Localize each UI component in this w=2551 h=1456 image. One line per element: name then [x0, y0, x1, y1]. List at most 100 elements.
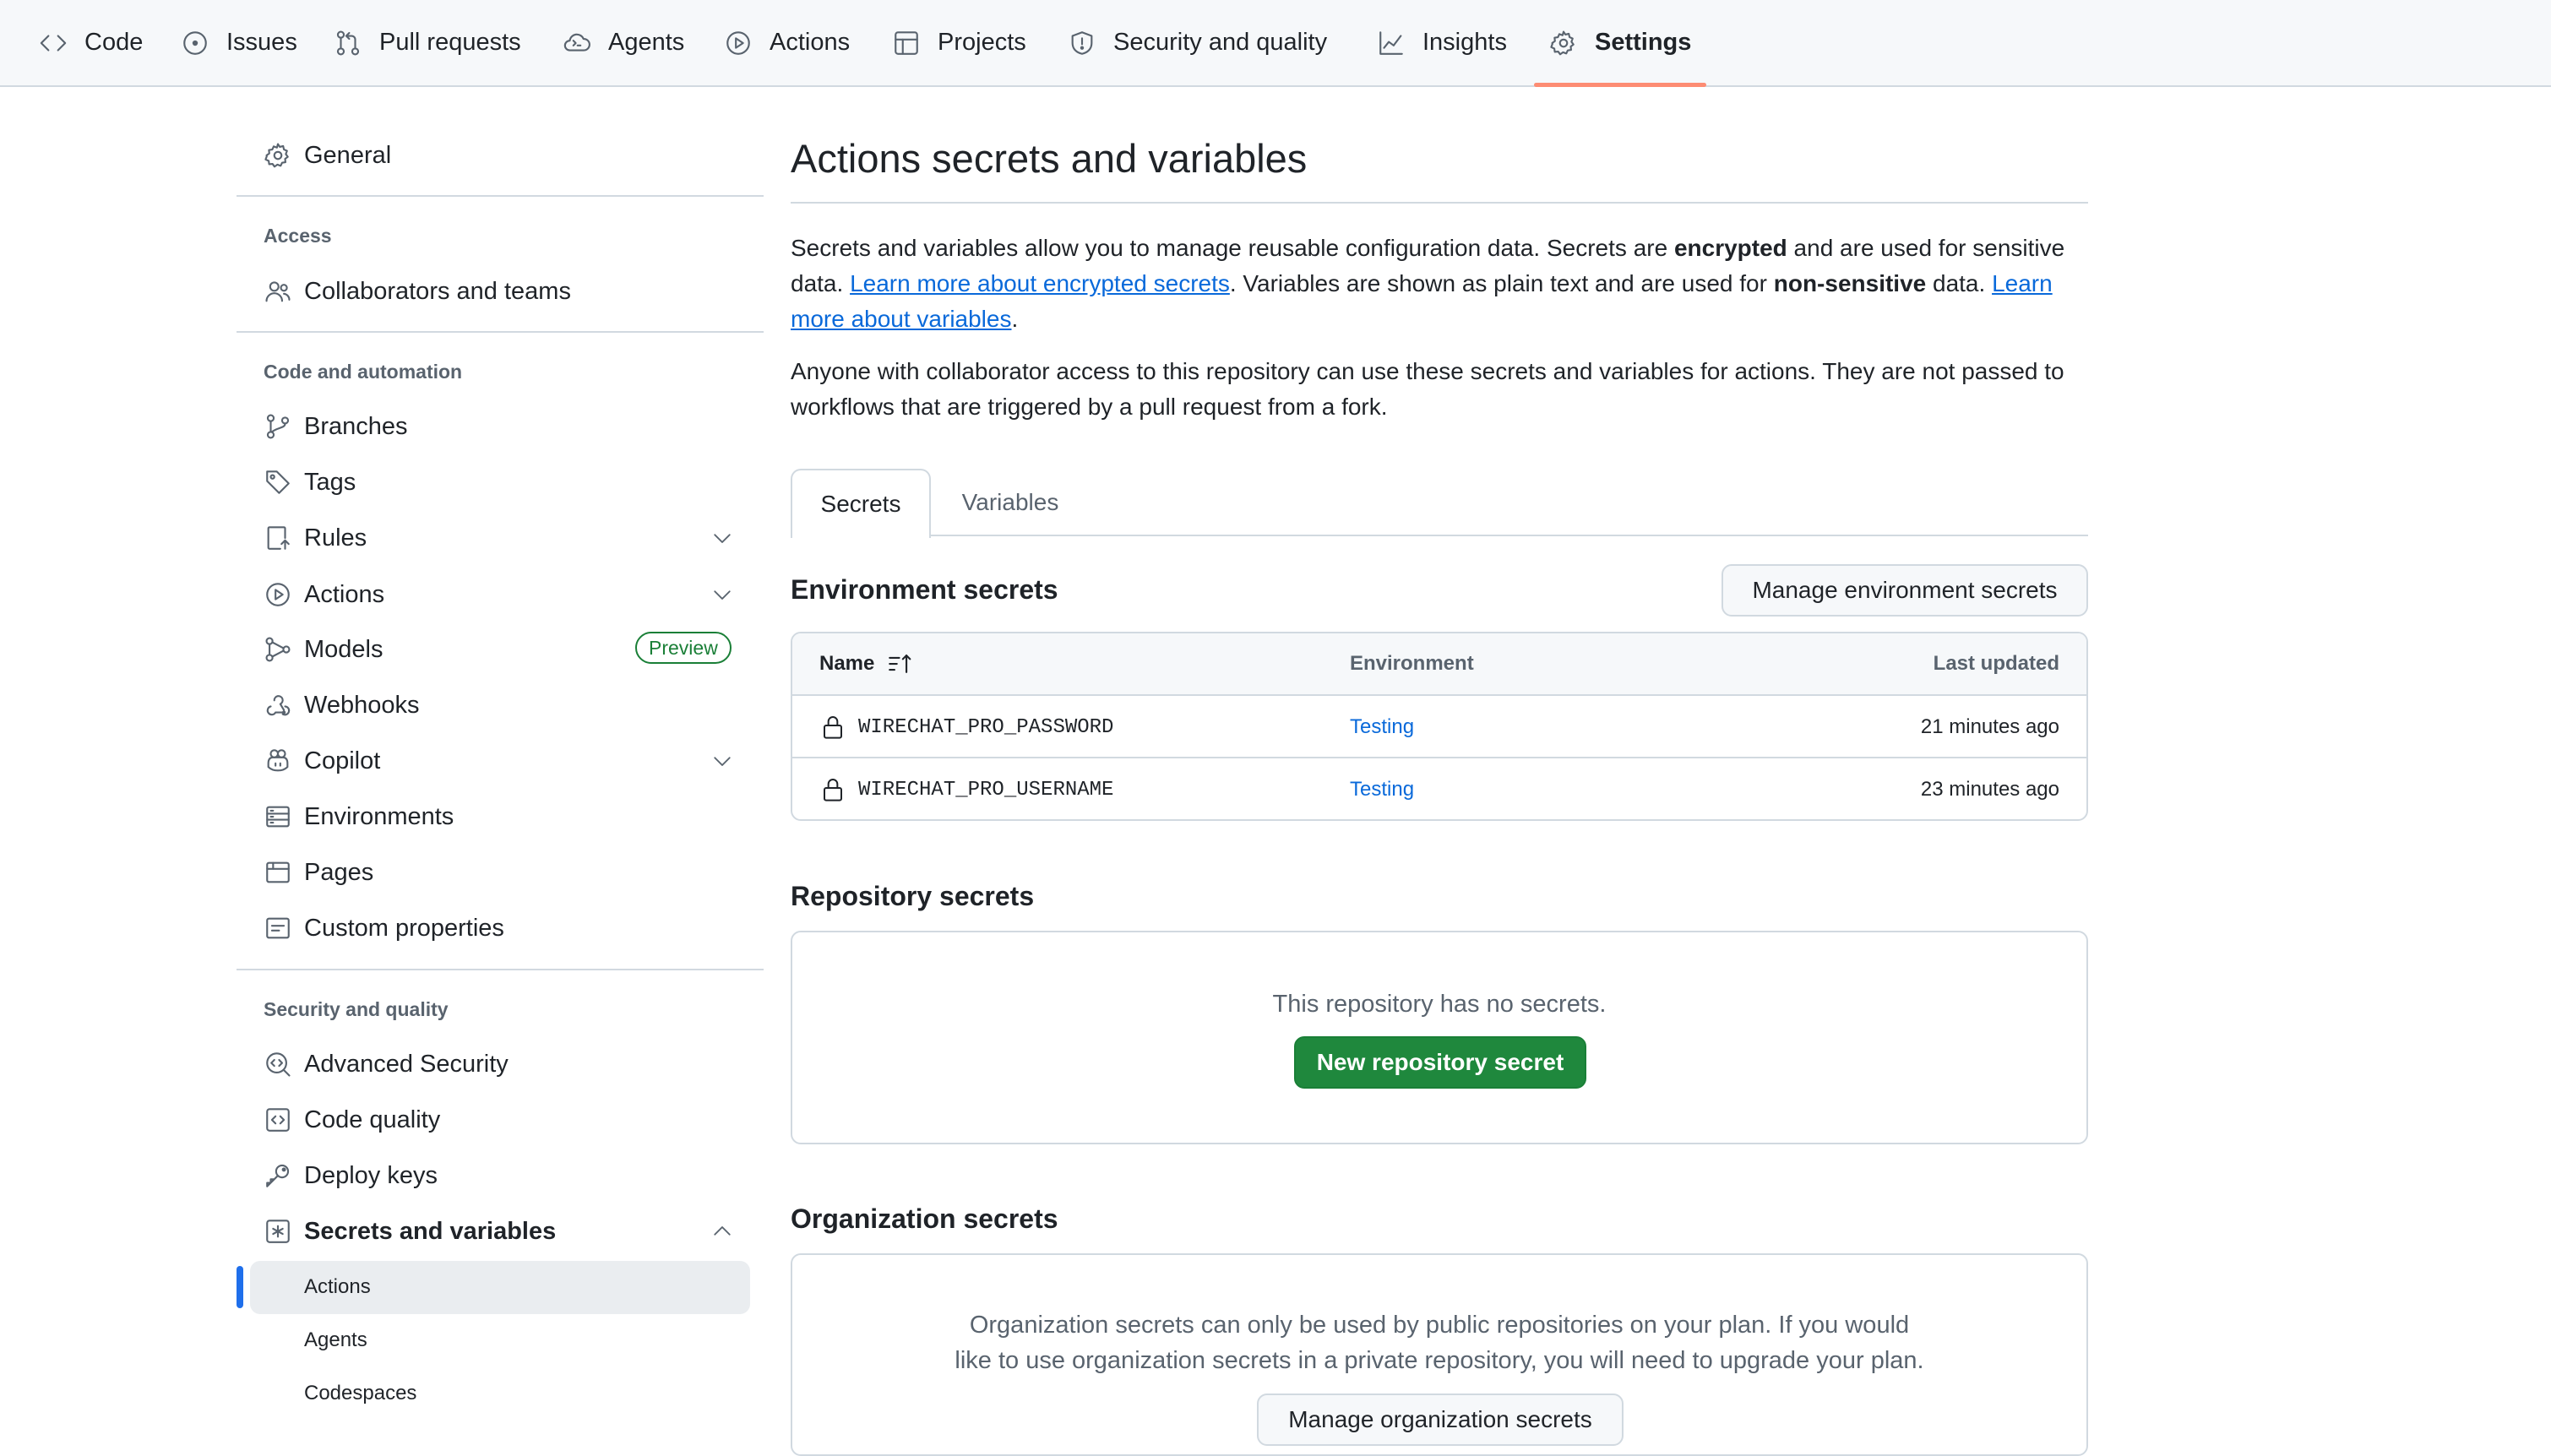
- sidebar-item-label: Deploy keys: [304, 1161, 438, 1189]
- access-note: Anyone with collaborator access to this …: [791, 358, 2064, 420]
- manage-organization-secrets-button[interactable]: Manage organization secrets: [1257, 1394, 1624, 1446]
- tab-projects[interactable]: Projects: [892, 0, 1026, 85]
- sidebar-item-rules[interactable]: Rules: [264, 515, 367, 561]
- intro-text: . Variables are shown as plain text and …: [1229, 270, 1774, 296]
- lock-icon: [819, 714, 846, 741]
- sidebar-item-custom-properties[interactable]: Custom properties: [264, 905, 504, 951]
- environment-link[interactable]: Testing: [1350, 758, 1414, 819]
- sidebar-item-environments[interactable]: Environments: [264, 794, 454, 839]
- tab-security-and-quality[interactable]: Security and quality: [1068, 0, 1327, 85]
- sidebar-item-label: Copilot: [304, 747, 381, 774]
- tag-icon: [264, 468, 292, 497]
- git-pull-request-icon: [334, 29, 362, 57]
- shield-icon: [1068, 29, 1096, 57]
- intro-paragraph: Secrets and variables allow you to manag…: [791, 231, 2091, 337]
- chevron-down-icon[interactable]: [710, 525, 735, 551]
- page-title: Actions secrets and variables: [791, 136, 1308, 181]
- sidebar-item-secrets-and-variables[interactable]: Secrets and variables: [264, 1209, 556, 1254]
- column-label: Name: [819, 652, 875, 675]
- sidebar-item-label: Tags: [304, 468, 356, 496]
- ai-model-icon: [264, 635, 292, 664]
- sidebar-item-copilot[interactable]: Copilot: [264, 738, 380, 784]
- preview-badge: Preview: [635, 632, 732, 664]
- tab-label: Agents: [608, 29, 685, 56]
- play-icon: [724, 29, 753, 57]
- issue-opened-icon: [181, 29, 209, 57]
- learn-encrypted-secrets-link[interactable]: Learn more about encrypted secrets: [850, 270, 1230, 296]
- sidebar-item-actions[interactable]: Actions: [264, 572, 384, 617]
- sidebar-item-label: General: [304, 141, 392, 169]
- tab-label: Projects: [938, 29, 1026, 56]
- repo-nav: Code Issues Pull requests Agents Actions…: [0, 0, 2551, 87]
- key-asterisk-icon: [264, 1217, 292, 1246]
- tab-secrets[interactable]: Secrets: [791, 469, 931, 538]
- sidebar-subitem-codespaces[interactable]: Codespaces: [304, 1377, 416, 1410]
- intro-text: data.: [1926, 270, 1993, 296]
- org-secrets-note-line1: Organization secrets can only be used by…: [969, 1312, 1910, 1339]
- secret-name-cell: WIRECHAT_PRO_USERNAME: [819, 758, 1114, 819]
- chevron-up-icon[interactable]: [710, 1219, 735, 1244]
- sidebar-item-webhooks[interactable]: Webhooks: [264, 682, 420, 728]
- browser-icon: [264, 858, 292, 887]
- tab-insights[interactable]: Insights: [1377, 0, 1507, 85]
- tab-issues[interactable]: Issues: [181, 0, 297, 85]
- column-name-header[interactable]: Name: [819, 633, 915, 694]
- sidebar-item-tags[interactable]: Tags: [264, 459, 356, 505]
- tab-agents[interactable]: Agents: [563, 0, 684, 85]
- org-secrets-note-line2: like to use organization secrets in a pr…: [955, 1347, 1924, 1374]
- environment-secrets-title: Environment secrets: [791, 574, 1058, 605]
- sidebar-section-access: Access: [264, 225, 332, 247]
- sidebar-item-general[interactable]: General: [264, 133, 391, 178]
- secret-name: WIRECHAT_PRO_PASSWORD: [858, 715, 1114, 739]
- key-icon: [264, 1161, 292, 1190]
- sidebar-subitem-agents[interactable]: Agents: [304, 1323, 367, 1357]
- sidebar-section-security: Security and quality: [264, 998, 449, 1020]
- tab-label: Actions: [770, 29, 851, 56]
- secret-name: WIRECHAT_PRO_USERNAME: [858, 778, 1114, 801]
- sort-asc-icon[interactable]: [886, 649, 915, 678]
- tab-variables[interactable]: Variables: [933, 469, 1088, 536]
- sidebar-item-label: Webhooks: [304, 691, 420, 719]
- sidebar-divider: [237, 969, 764, 970]
- sidebar-item-label: Rules: [304, 524, 367, 551]
- play-icon: [264, 580, 292, 609]
- sidebar-item-models[interactable]: Models: [264, 627, 383, 672]
- table-icon: [892, 29, 921, 57]
- sidebar-subitem-actions[interactable]: Actions: [304, 1270, 371, 1304]
- file-code-icon: [264, 1106, 292, 1134]
- intro-bold: encrypted: [1673, 235, 1787, 261]
- sidebar-item-label: Collaborators and teams: [304, 277, 571, 305]
- intro-text: .: [1011, 306, 1019, 332]
- intro-bold: non-sensitive: [1773, 270, 1927, 296]
- new-repository-secret-button[interactable]: New repository secret: [1294, 1036, 1586, 1089]
- repo-push-icon: [264, 524, 292, 552]
- note-icon: [264, 914, 292, 943]
- people-icon: [264, 277, 292, 306]
- tab-code[interactable]: Code: [39, 0, 143, 85]
- sidebar-divider: [237, 195, 764, 197]
- codescan-icon: [264, 1050, 292, 1078]
- gear-icon: [1549, 29, 1578, 57]
- chevron-down-icon[interactable]: [710, 748, 735, 774]
- git-branch-icon: [264, 412, 292, 441]
- table-row: WIRECHAT_PRO_PASSWORD Testing 21 minutes…: [792, 696, 2086, 758]
- sidebar-item-advanced-security[interactable]: Advanced Security: [264, 1041, 509, 1087]
- sidebar-item-label: Pages: [304, 858, 374, 886]
- graph-icon: [1377, 29, 1406, 57]
- tab-pull-requests[interactable]: Pull requests: [334, 0, 521, 85]
- sidebar-item-branches[interactable]: Branches: [264, 404, 408, 449]
- sidebar-item-deploy-keys[interactable]: Deploy keys: [264, 1153, 438, 1198]
- tab-settings[interactable]: Settings: [1533, 0, 1707, 87]
- repository-secrets-title: Repository secrets: [791, 881, 1035, 911]
- copilot-icon: [264, 747, 292, 775]
- sidebar-item-code-quality[interactable]: Code quality: [264, 1097, 440, 1143]
- code-icon: [39, 29, 68, 57]
- table-header: Name Environment Last updated: [792, 633, 2086, 696]
- sidebar-item-collaborators[interactable]: Collaborators and teams: [264, 269, 571, 314]
- environment-link[interactable]: Testing: [1350, 696, 1414, 758]
- chevron-down-icon[interactable]: [710, 582, 735, 607]
- last-updated: 23 minutes ago: [1920, 778, 2059, 801]
- manage-environment-secrets-button[interactable]: Manage environment secrets: [1722, 564, 2088, 617]
- tab-actions[interactable]: Actions: [724, 0, 850, 85]
- sidebar-item-pages[interactable]: Pages: [264, 850, 373, 895]
